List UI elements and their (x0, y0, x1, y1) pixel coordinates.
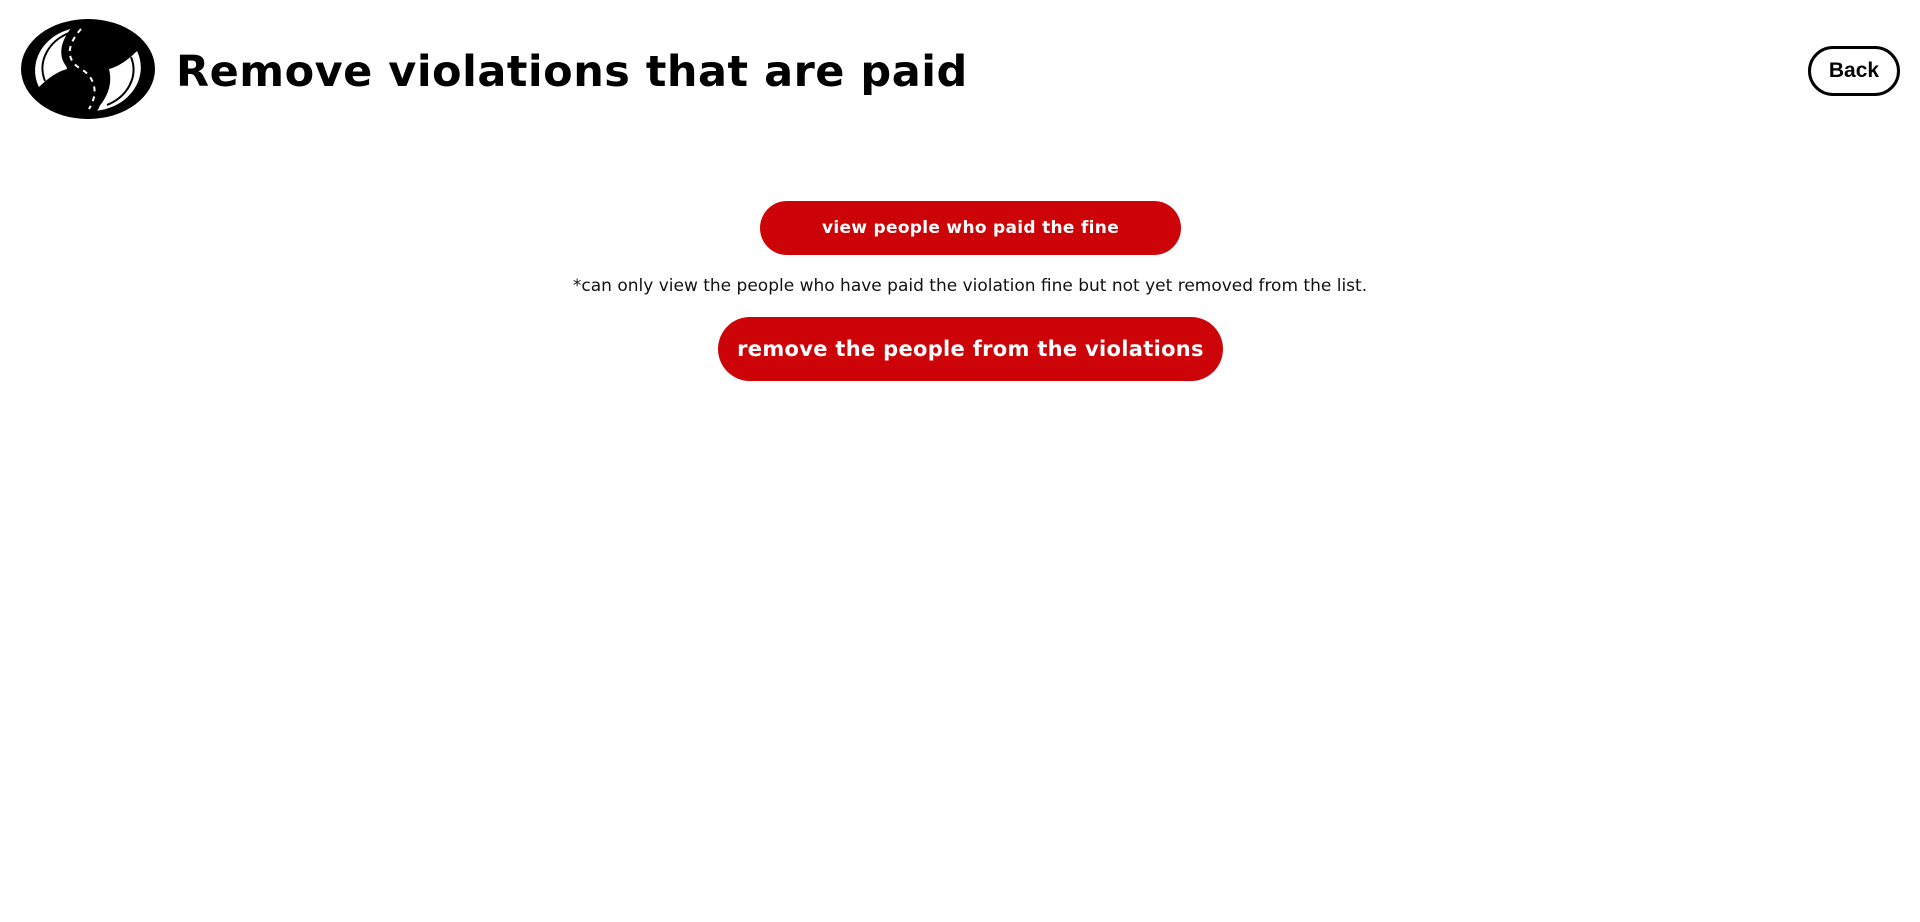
view-note-text: *can only view the people who have paid … (572, 276, 1368, 296)
page-title: Remove violations that are paid (176, 47, 968, 97)
view-paid-people-button[interactable]: view people who paid the fine (760, 201, 1181, 255)
back-button[interactable]: Back (1808, 46, 1900, 96)
remove-people-button[interactable]: remove the people from the violations (718, 317, 1223, 381)
road-s-logo-icon (19, 17, 157, 121)
page-header: Remove violations that are paid Back (0, 0, 1920, 140)
